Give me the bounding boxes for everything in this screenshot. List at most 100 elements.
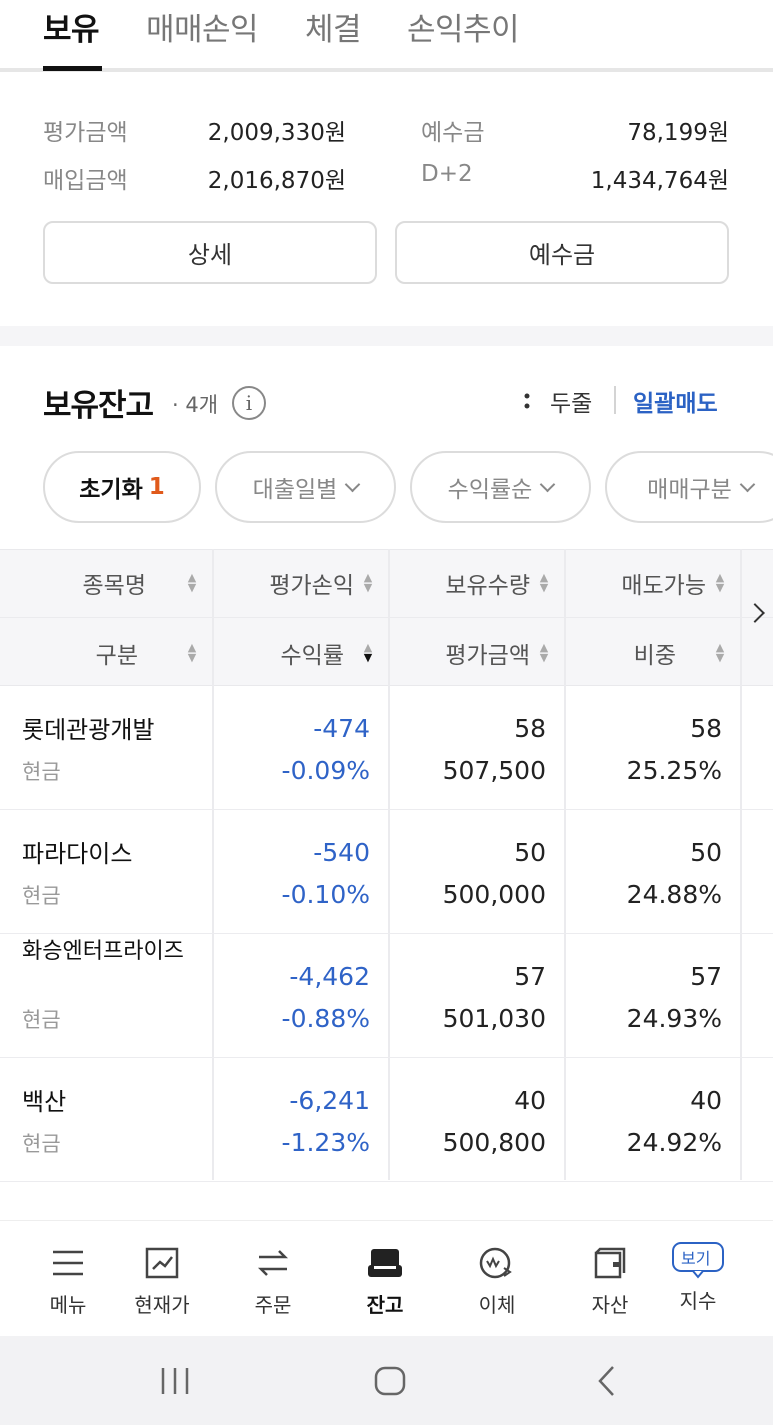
tab-pnl-trend[interactable]: 손익추이: [407, 4, 520, 49]
nav-balance[interactable]: 잔고: [355, 1221, 415, 1337]
tab-executions[interactable]: 체결: [305, 4, 362, 49]
return-rate: -0.09%: [281, 756, 370, 785]
sort-icon: ▲ ▼: [187, 571, 197, 594]
sellable-qty: 40: [690, 1086, 722, 1115]
header-eval-pl-label: 평가손익: [269, 573, 354, 599]
bulk-sell-button[interactable]: 일괄매도: [633, 384, 718, 418]
deposit-label: 예수금: [421, 120, 485, 146]
weight: 25.25%: [626, 756, 722, 785]
stock-name: 백산: [22, 1088, 67, 1116]
eval-amount-label: 평가금액: [43, 120, 128, 146]
tabs-divider: [0, 68, 773, 72]
summary-row-2: 매입금액 2,016,870원 D+2 1,434,764원: [43, 161, 729, 194]
filter-chip-trade-type[interactable]: 매매구분: [605, 451, 773, 523]
stock-type: 현금: [22, 1132, 61, 1156]
stock-name: 파라다이스: [22, 840, 133, 868]
header-holding-qty-label: 보유수량: [445, 573, 530, 599]
header-sellable[interactable]: 매도가능 ▲ ▼: [568, 566, 726, 600]
nav-assets-label: 자산: [591, 1293, 629, 1317]
filter-chip-loan-date[interactable]: 대출일별: [215, 451, 396, 523]
deposit-button[interactable]: 예수금: [395, 221, 729, 284]
eval-amount: 501,030: [442, 1004, 546, 1033]
sellable-qty: 58: [690, 714, 722, 743]
header-return-rate[interactable]: 수익률 ▲ ▼: [216, 636, 374, 670]
header-weight[interactable]: 비중 ▲ ▼: [568, 636, 726, 670]
chart-icon: [142, 1245, 182, 1281]
filter-return-order-label: 수익률순: [447, 477, 533, 503]
eval-pl: -540: [313, 838, 370, 867]
header-stock-name[interactable]: 종목명 ▲ ▼: [0, 566, 198, 600]
nav-menu-label: 메뉴: [49, 1293, 87, 1317]
stock-type: 현금: [22, 884, 61, 908]
eval-amount: 507,500: [442, 756, 546, 785]
reset-count-badge: 1: [148, 474, 165, 500]
two-line-toggle[interactable]: 두줄: [550, 384, 592, 418]
sort-icon: ▲ ▼: [539, 641, 549, 664]
weight: 24.92%: [626, 1128, 722, 1157]
stock-name: 화승엔터프라이즈: [22, 939, 184, 964]
filter-chip-return-order[interactable]: 수익률순: [410, 451, 591, 523]
active-tab-indicator: [43, 66, 102, 71]
table-row[interactable]: 파라다이스 현금 -540 -0.10% 50 500,000 50 24.88…: [0, 810, 773, 934]
table-row[interactable]: 롯데관광개발 현금 -474 -0.09% 58 507,500 58 25.2…: [0, 686, 773, 810]
header-eval-amount[interactable]: 평가금액 ▲ ▼: [392, 636, 550, 670]
tab-trading-pnl[interactable]: 매매손익: [146, 4, 259, 49]
sort-icon: ▲ ▼: [539, 571, 549, 594]
table-row[interactable]: 백산 현금 -6,241 -1.23% 40 500,800 40 24.92%: [0, 1058, 773, 1182]
holding-qty: 58: [514, 714, 546, 743]
nav-menu[interactable]: 메뉴: [38, 1221, 98, 1337]
reset-filter-chip[interactable]: 초기화 1: [43, 451, 201, 523]
return-rate: -1.23%: [281, 1128, 370, 1157]
return-rate: -0.88%: [281, 1004, 370, 1033]
index-badge: 보기: [671, 1241, 725, 1281]
stock-type: 현금: [22, 1008, 61, 1032]
recent-apps-icon[interactable]: [140, 1336, 210, 1425]
holdings-count: · 4개: [172, 393, 219, 417]
header-eval-pl[interactable]: 평가손익 ▲ ▼: [216, 566, 374, 600]
eval-amount: 500,000: [442, 880, 546, 909]
eval-pl: -474: [313, 714, 370, 743]
holding-qty: 50: [514, 838, 546, 867]
nav-order-label: 주문: [254, 1293, 292, 1317]
more-dots-icon[interactable]: [520, 386, 534, 416]
filter-trade-type-label: 매매구분: [647, 477, 732, 503]
tab-holdings[interactable]: 보유: [43, 4, 100, 49]
nav-current-price[interactable]: 현재가: [126, 1221, 198, 1337]
transfer-icon: [477, 1245, 517, 1281]
swap-icon: [253, 1245, 293, 1281]
purchase-amount-label: 매입금액: [43, 168, 128, 194]
purchase-amount-value: 2,016,870원: [207, 168, 346, 194]
sort-icon: ▲ ▼: [715, 571, 725, 594]
nav-order[interactable]: 주문: [243, 1221, 303, 1337]
index-badge-label: 보기: [681, 1249, 711, 1268]
sellable-qty: 50: [690, 838, 722, 867]
deposit-value: 78,199원: [627, 120, 729, 146]
header-type[interactable]: 구분 ▲ ▼: [0, 636, 198, 670]
stock-type: 현금: [22, 760, 61, 784]
back-icon[interactable]: [572, 1336, 642, 1425]
summary-row-1: 평가금액 2,009,330원 예수금 78,199원: [43, 113, 729, 146]
nav-balance-label: 잔고: [366, 1293, 404, 1317]
header-weight-label: 비중: [633, 643, 676, 669]
sort-desc-icon: ▲ ▼: [363, 641, 373, 664]
chevron-down-icon: [345, 476, 361, 492]
nav-assets[interactable]: 자산: [580, 1221, 640, 1337]
bottom-navigation: 메뉴 현재가 주문 잔고 이체 자산 보기 지수: [0, 1220, 773, 1336]
nav-index-label: 지수: [679, 1289, 717, 1313]
info-icon[interactable]: i: [232, 386, 266, 420]
table-row[interactable]: 화승엔터프라이즈 현금 -4,462 -0.88% 57 501,030 57 …: [0, 934, 773, 1058]
nav-transfer[interactable]: 이체: [467, 1221, 527, 1337]
hamburger-icon: [48, 1245, 88, 1281]
d2-value: 1,434,764원: [590, 168, 729, 194]
system-navigation-bar: [0, 1336, 773, 1425]
detail-button[interactable]: 상세: [43, 221, 377, 284]
home-icon[interactable]: [355, 1336, 425, 1425]
reset-label: 초기화: [79, 477, 143, 503]
weight: 24.88%: [626, 880, 722, 909]
nav-index[interactable]: 보기 지수: [668, 1221, 728, 1337]
header-type-label: 구분: [95, 643, 138, 669]
d2-label: D+2: [421, 161, 473, 187]
header-holding-qty[interactable]: 보유수량 ▲ ▼: [392, 566, 550, 600]
header-sellable-label: 매도가능: [621, 573, 706, 599]
holdings-title: 보유잔고: [43, 388, 154, 424]
